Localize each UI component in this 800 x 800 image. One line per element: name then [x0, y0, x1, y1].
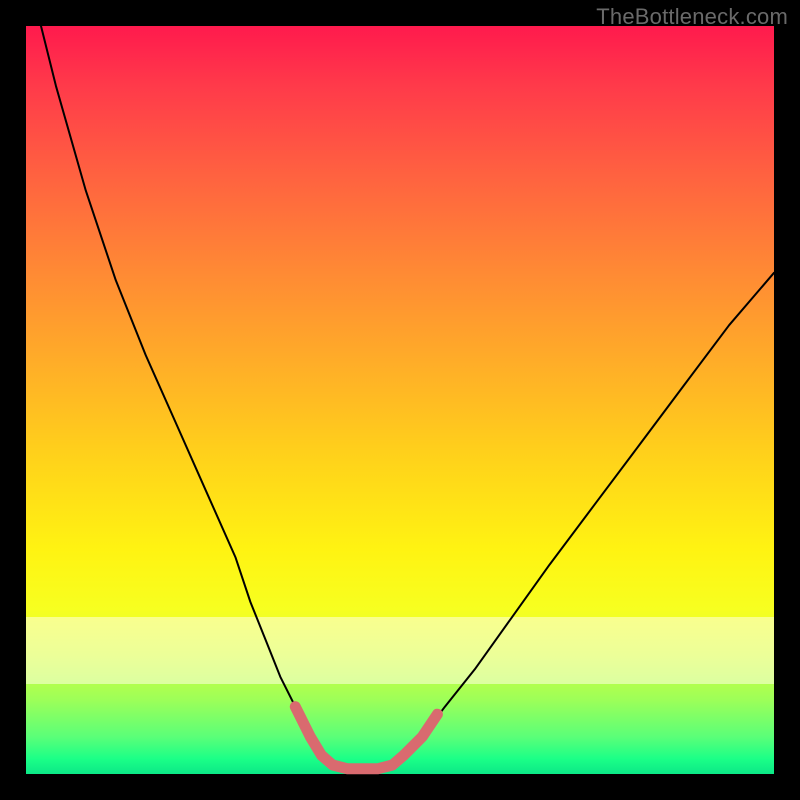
chart-svg — [26, 26, 774, 774]
curve-black — [41, 26, 774, 769]
curve-highlight — [295, 707, 437, 769]
plot-area — [26, 26, 774, 774]
watermark-text: TheBottleneck.com — [596, 4, 788, 30]
chart-frame: TheBottleneck.com — [0, 0, 800, 800]
